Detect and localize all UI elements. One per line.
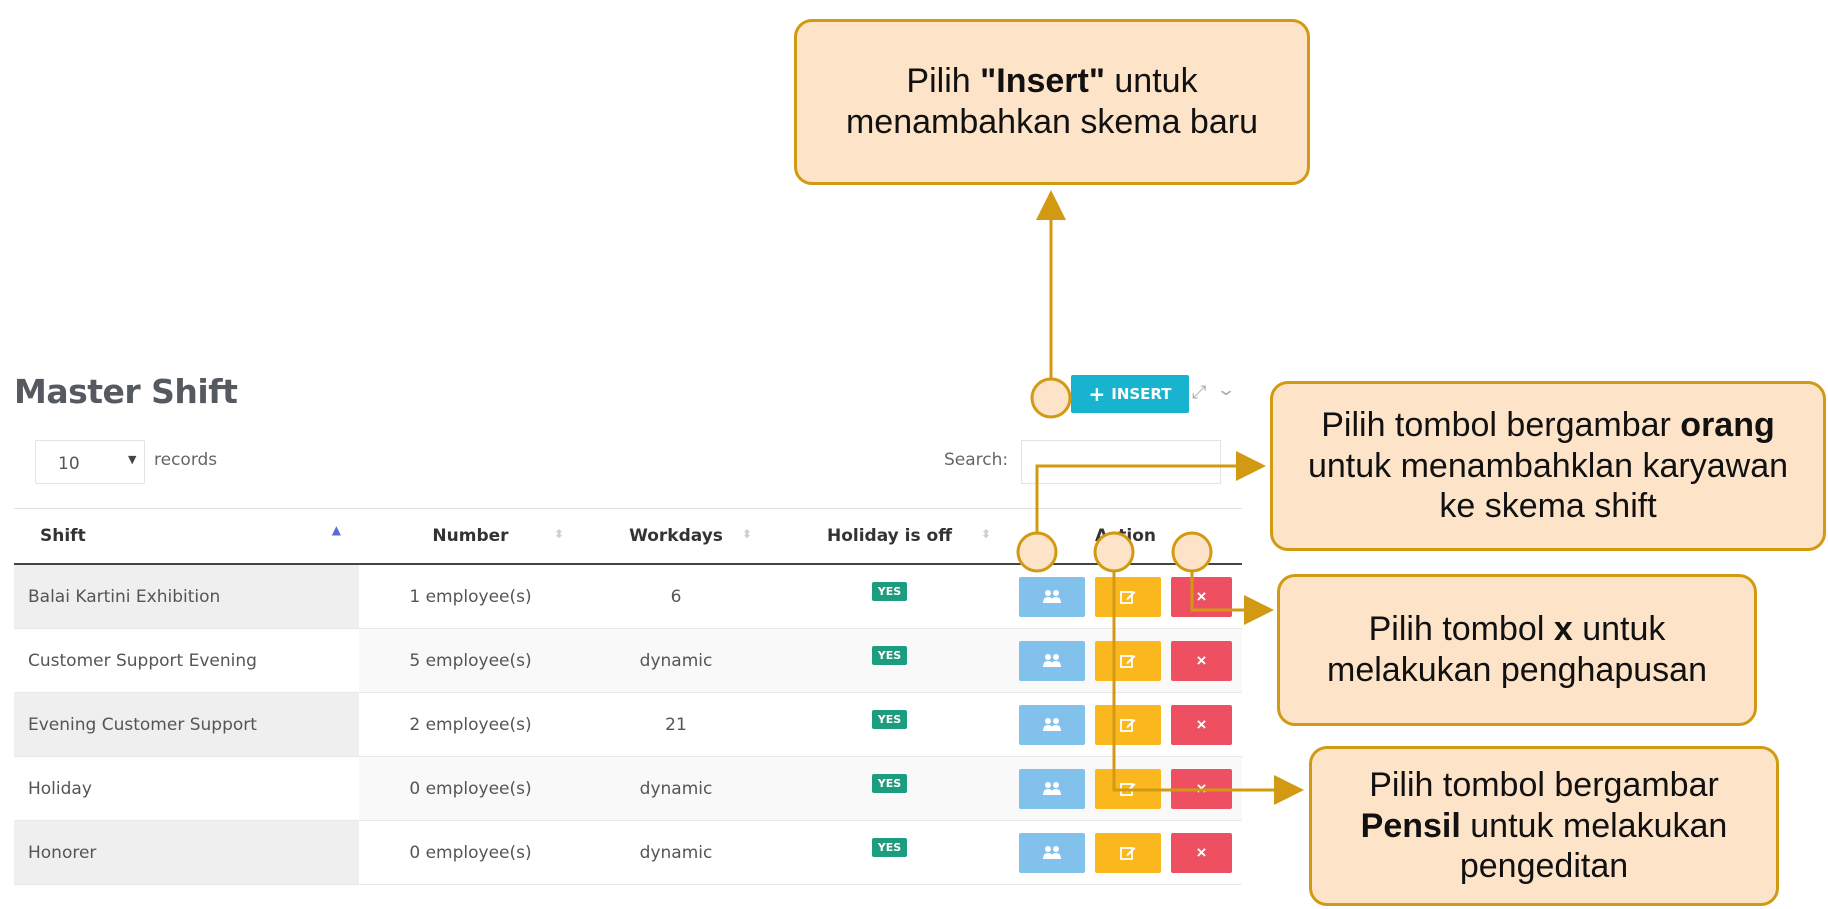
marker-insert	[1030, 377, 1072, 419]
cell-shift: Honorer	[14, 820, 359, 885]
edit-button[interactable]	[1095, 832, 1161, 873]
column-header-holiday-is-off[interactable]: Holiday is off ⬍	[770, 508, 1009, 565]
column-header-number[interactable]: Number ⬍	[359, 508, 582, 565]
add-employee-button[interactable]	[1019, 832, 1085, 873]
add-employee-button[interactable]	[1019, 576, 1085, 617]
cell-workdays: dynamic	[582, 756, 770, 821]
close-icon: ×	[1196, 778, 1207, 798]
records-per-page-value: 10	[58, 454, 80, 474]
search-input[interactable]	[1021, 440, 1221, 484]
cell-number: 1 employee(s)	[359, 564, 582, 629]
sort-icon: ⬍	[553, 527, 564, 541]
shift-table: Shift ▲ Number ⬍ Workdays ⬍ Holiday is off ⬍…	[14, 508, 1242, 885]
cell-shift: Customer Support Evening	[14, 628, 359, 693]
table-row: Customer Support Evening 5 employee(s) dyn…	[14, 628, 1242, 693]
callout-insert: Pilih "Insert" untuk menambahkan skema b…	[794, 19, 1310, 185]
column-header-shift[interactable]: Shift ▲	[14, 508, 359, 565]
table-header-row: Shift ▲ Number ⬍ Workdays ⬍ Holiday is off ⬍…	[14, 508, 1242, 565]
cell-number: 2 employee(s)	[359, 692, 582, 757]
cell-workdays: dynamic	[582, 820, 770, 885]
edit-button[interactable]	[1095, 704, 1161, 745]
users-icon	[1043, 653, 1061, 667]
pencil-square-icon	[1120, 590, 1136, 604]
search-label: Search:	[944, 450, 1009, 470]
add-employee-button[interactable]	[1019, 640, 1085, 681]
cell-action: ×	[1009, 692, 1242, 757]
cell-action: ×	[1009, 564, 1242, 629]
delete-button[interactable]: ×	[1171, 832, 1232, 873]
status-badge: YES	[871, 646, 908, 665]
edit-button[interactable]	[1095, 640, 1161, 681]
pencil-square-icon	[1120, 654, 1136, 668]
edit-button[interactable]	[1095, 768, 1161, 809]
records-label: records	[154, 450, 218, 470]
cell-holiday-is-off: YES	[770, 820, 1009, 885]
status-badge: YES	[871, 774, 908, 793]
users-icon	[1043, 717, 1061, 731]
expand-icon[interactable]: ⤢	[1192, 382, 1206, 403]
column-header-workdays[interactable]: Workdays ⬍	[582, 508, 770, 565]
cell-shift: Holiday	[14, 756, 359, 821]
pencil-square-icon	[1120, 846, 1136, 860]
records-per-page-select[interactable]: 10 ▼	[35, 440, 145, 484]
table-row: Holiday 0 employee(s) dynamic YES ×	[14, 756, 1242, 821]
sort-icon: ⬍	[980, 527, 991, 541]
users-icon	[1043, 845, 1061, 859]
table-row: Evening Customer Support 2 employee(s) 21 Y…	[14, 692, 1242, 757]
cell-action: ×	[1009, 628, 1242, 693]
delete-button[interactable]: ×	[1171, 640, 1232, 681]
pencil-square-icon	[1120, 782, 1136, 796]
close-icon: ×	[1196, 714, 1207, 734]
users-icon	[1043, 589, 1061, 603]
sort-icon: ⬍	[741, 527, 752, 541]
plus-icon: +	[1088, 382, 1106, 406]
cell-holiday-is-off: YES	[770, 564, 1009, 629]
callout-people-button: Pilih tombol bergambar orang untuk menam…	[1270, 381, 1826, 551]
page-title: Master Shift	[14, 372, 238, 411]
cell-action: ×	[1009, 820, 1242, 885]
users-icon	[1043, 781, 1061, 795]
insert-button[interactable]: + INSERT	[1071, 375, 1189, 413]
chevron-down-icon[interactable]: ⌄	[1216, 380, 1236, 400]
cell-number: 0 employee(s)	[359, 820, 582, 885]
cell-holiday-is-off: YES	[770, 692, 1009, 757]
callout-delete-button: Pilih tombol x untuk melakukan penghapus…	[1277, 574, 1757, 726]
cell-shift: Balai Kartini Exhibition	[14, 564, 359, 629]
close-icon: ×	[1196, 842, 1207, 862]
edit-button[interactable]	[1095, 576, 1161, 617]
table-row: Balai Kartini Exhibition 1 employee(s) 6 YE…	[14, 564, 1242, 629]
cell-number: 5 employee(s)	[359, 628, 582, 693]
table-row: Honorer 0 employee(s) dynamic YES ×	[14, 820, 1242, 885]
status-badge: YES	[871, 582, 908, 601]
insert-button-label: INSERT	[1111, 385, 1172, 403]
cell-number: 0 employee(s)	[359, 756, 582, 821]
cell-workdays: dynamic	[582, 628, 770, 693]
close-icon: ×	[1196, 650, 1207, 670]
add-employee-button[interactable]	[1019, 704, 1085, 745]
status-badge: YES	[871, 838, 908, 857]
caret-down-icon: ▼	[128, 453, 137, 466]
delete-button[interactable]: ×	[1171, 768, 1232, 809]
cell-shift: Evening Customer Support	[14, 692, 359, 757]
cell-holiday-is-off: YES	[770, 756, 1009, 821]
column-header-action: Action	[1009, 508, 1242, 565]
delete-button[interactable]: ×	[1171, 704, 1232, 745]
close-icon: ×	[1196, 586, 1207, 606]
sort-ascending-icon: ▲	[331, 523, 341, 537]
cell-action: ×	[1009, 756, 1242, 821]
cell-workdays: 21	[582, 692, 770, 757]
delete-button[interactable]: ×	[1171, 576, 1232, 617]
status-badge: YES	[871, 710, 908, 729]
pencil-square-icon	[1120, 718, 1136, 732]
add-employee-button[interactable]	[1019, 768, 1085, 809]
cell-holiday-is-off: YES	[770, 628, 1009, 693]
cell-workdays: 6	[582, 564, 770, 629]
callout-edit-button: Pilih tombol bergambar Pensil untuk mela…	[1309, 746, 1779, 906]
